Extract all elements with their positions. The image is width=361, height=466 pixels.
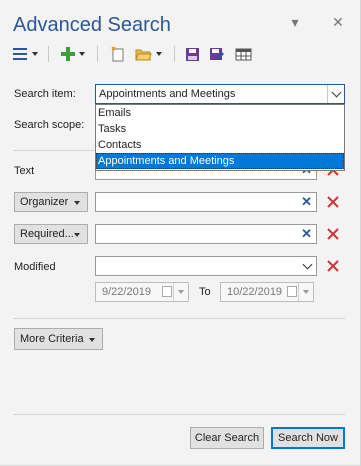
- close-icon[interactable]: ✕: [330, 14, 346, 30]
- chevron-down-icon[interactable]: [298, 283, 312, 301]
- chevron-down-icon[interactable]: [299, 257, 316, 275]
- new-search-icon: [111, 46, 124, 62]
- remove-criteria-icon[interactable]: [326, 259, 340, 273]
- calendar-icon: [162, 286, 172, 297]
- save-search-as-button[interactable]: [209, 43, 225, 65]
- chevron-down-icon: [89, 338, 95, 342]
- list-view-icon: [13, 48, 27, 60]
- results-grid-icon: [235, 48, 252, 60]
- clear-icon[interactable]: ✕: [301, 227, 312, 241]
- results-grid-button[interactable]: [235, 43, 252, 65]
- chevron-down-icon: [79, 52, 85, 56]
- date-from-value: 9/22/2019: [102, 286, 151, 298]
- search-item-label: Search item:: [14, 88, 76, 100]
- clear-search-button[interactable]: Clear Search: [190, 427, 264, 449]
- date-to-value: 10/22/2019: [227, 286, 283, 298]
- divider: [13, 414, 345, 415]
- more-criteria-button[interactable]: More Criteria: [14, 328, 103, 350]
- add-icon: [61, 47, 75, 61]
- save-search-button[interactable]: [185, 43, 200, 65]
- calendar-icon: [287, 286, 297, 297]
- chevron-down-icon[interactable]: [327, 85, 344, 103]
- new-search-button[interactable]: [110, 43, 126, 65]
- remove-criteria-icon[interactable]: [326, 195, 340, 209]
- organizer-input[interactable]: ✕: [95, 192, 317, 212]
- text-label: Text: [14, 165, 35, 177]
- save-as-icon: [210, 47, 224, 60]
- modified-select[interactable]: [95, 256, 317, 276]
- modified-label: Modified: [14, 261, 56, 273]
- date-to-label: To: [199, 286, 211, 298]
- advanced-search-pane: Advanced Search ▾ ✕ Search item: Appoint…: [0, 0, 361, 466]
- organizer-button-label: Organizer: [20, 196, 69, 208]
- required-button-label: Required...: [20, 228, 74, 240]
- chevron-down-icon: [74, 201, 80, 205]
- search-scope-label: Search scope:: [14, 119, 85, 131]
- clear-icon[interactable]: ✕: [301, 195, 312, 209]
- search-item-dropdown: Emails Tasks Contacts Appointments and M…: [95, 104, 345, 171]
- option-appointments[interactable]: Appointments and Meetings: [96, 153, 344, 169]
- divider: [13, 318, 345, 319]
- option-contacts[interactable]: Contacts: [96, 137, 344, 153]
- option-emails[interactable]: Emails: [96, 105, 344, 121]
- search-item-value: Appointments and Meetings: [99, 88, 236, 100]
- chevron-down-icon: [156, 52, 162, 56]
- toolbar-separator: [48, 46, 49, 62]
- open-folder-icon: [135, 49, 152, 61]
- more-criteria-label: More Criteria: [20, 333, 84, 345]
- organizer-button[interactable]: Organizer: [14, 192, 88, 212]
- search-item-select[interactable]: Appointments and Meetings: [95, 84, 345, 104]
- pane-title: Advanced Search: [13, 14, 171, 36]
- required-input[interactable]: ✕: [95, 224, 317, 244]
- open-search-button[interactable]: [135, 43, 162, 65]
- chevron-down-icon[interactable]: [173, 283, 187, 301]
- date-to-picker[interactable]: 10/22/2019: [220, 282, 314, 302]
- option-tasks[interactable]: Tasks: [96, 121, 344, 137]
- toolbar: [8, 43, 353, 65]
- save-icon: [186, 47, 199, 61]
- pin-icon[interactable]: ▾: [287, 14, 303, 30]
- required-button[interactable]: Required...: [14, 224, 88, 244]
- chevron-down-icon: [74, 233, 80, 237]
- add-criteria-button[interactable]: [61, 43, 85, 65]
- remove-criteria-icon[interactable]: [326, 227, 340, 241]
- search-now-button[interactable]: Search Now: [271, 427, 345, 449]
- toolbar-separator: [97, 46, 98, 62]
- date-from-picker[interactable]: 9/22/2019: [95, 282, 189, 302]
- list-view-button[interactable]: [12, 43, 38, 65]
- toolbar-separator: [174, 46, 175, 62]
- chevron-down-icon: [32, 52, 38, 56]
